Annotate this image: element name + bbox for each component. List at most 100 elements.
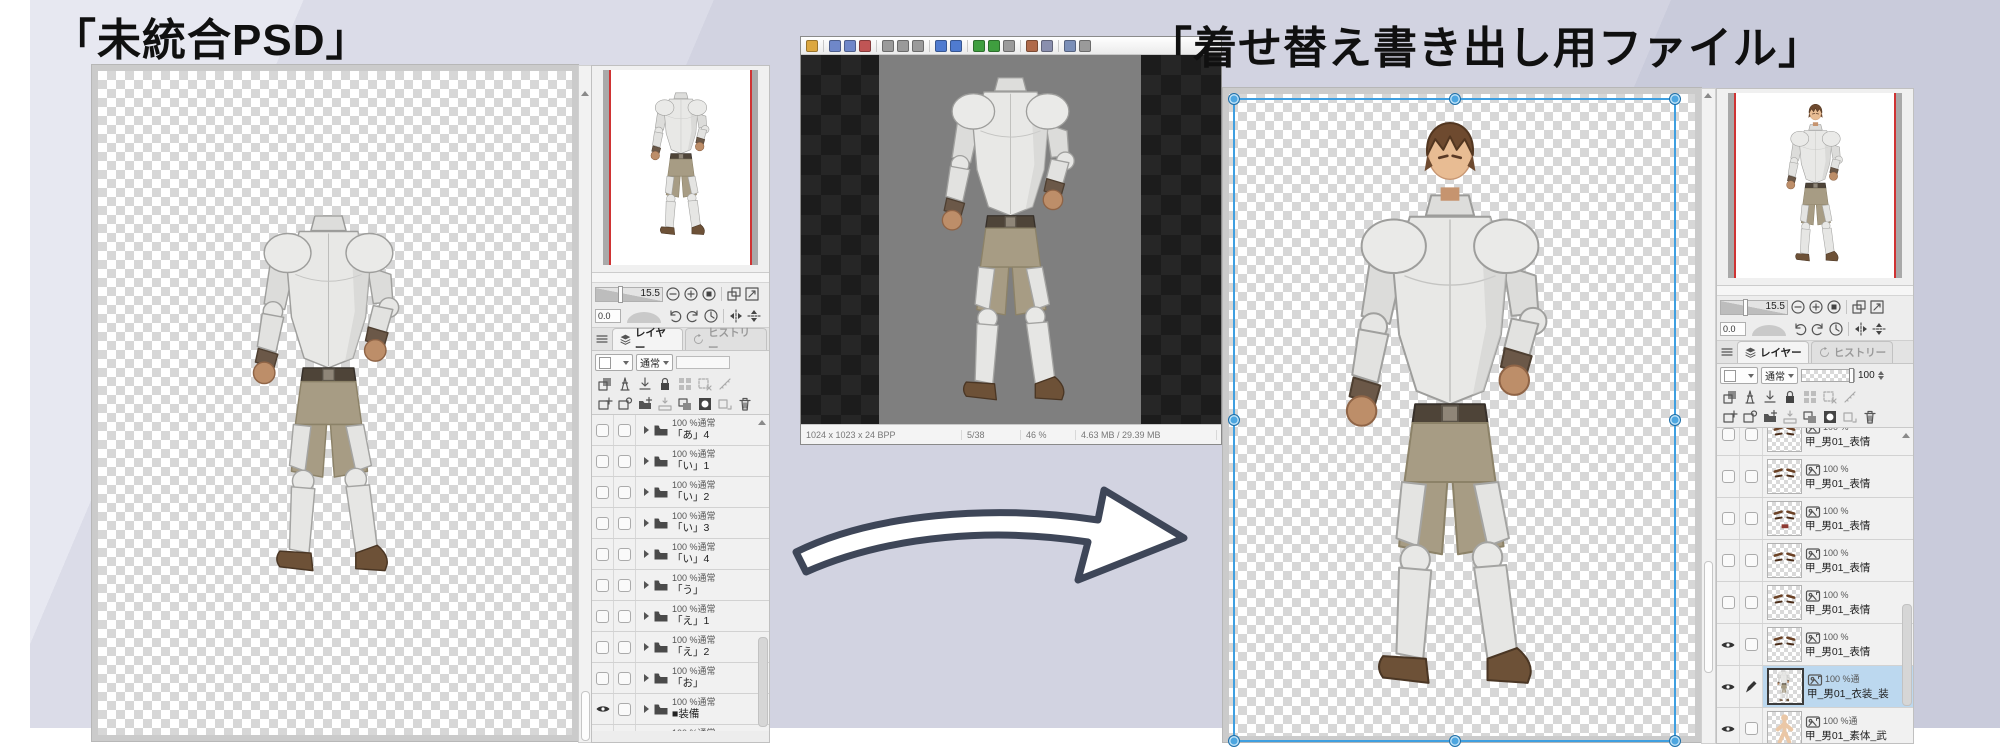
rotation-slider[interactable] xyxy=(1748,322,1790,336)
transfer-icon[interactable] xyxy=(657,396,673,412)
new-layer2-icon[interactable] xyxy=(1742,409,1758,425)
visibility-checkbox[interactable] xyxy=(1722,512,1735,525)
transfer-icon[interactable] xyxy=(1782,409,1798,425)
layer-row[interactable]: 100 %通 甲_男01_素体_武 xyxy=(1717,708,1913,744)
visibility-checkbox[interactable] xyxy=(1722,428,1735,441)
browse-thumbnails-icon[interactable] xyxy=(829,40,841,52)
sel-x-icon[interactable] xyxy=(1822,389,1838,405)
tab-history[interactable]: ヒストリー xyxy=(685,328,767,350)
flip-h-icon[interactable] xyxy=(728,308,744,324)
opacity-spinner[interactable] xyxy=(1878,371,1884,380)
trash-icon[interactable] xyxy=(1862,409,1878,425)
select-checkbox[interactable] xyxy=(618,486,631,499)
new-folder-icon[interactable] xyxy=(637,396,653,412)
scrollbar-thumb[interactable] xyxy=(581,691,590,741)
ruler-x-icon[interactable] xyxy=(717,376,733,392)
redo-icon[interactable] xyxy=(685,308,701,324)
visibility-checkbox[interactable] xyxy=(596,424,609,437)
expander-icon[interactable] xyxy=(644,550,649,558)
eye-icon[interactable] xyxy=(1720,721,1736,737)
expand-icon[interactable] xyxy=(744,286,760,302)
dots-icon[interactable] xyxy=(677,376,693,392)
flip-h-icon[interactable] xyxy=(1853,321,1869,337)
layer-row[interactable]: 100 %通常 「う」 xyxy=(592,570,769,601)
expander-icon[interactable] xyxy=(644,519,649,527)
next-image-icon[interactable] xyxy=(950,40,962,52)
layer-row[interactable]: 100 % 甲_男01_表情 xyxy=(1717,624,1913,666)
select-checkbox[interactable] xyxy=(1745,638,1758,651)
new-layer2-icon[interactable] xyxy=(617,396,633,412)
stop-circle-icon[interactable] xyxy=(1826,299,1842,315)
selection-handle-tc[interactable] xyxy=(1449,93,1461,105)
visibility-checkbox[interactable] xyxy=(596,641,609,654)
selection-rect[interactable] xyxy=(1233,98,1676,742)
scroll-up-icon[interactable] xyxy=(1704,93,1712,98)
redo-icon[interactable] xyxy=(1810,321,1826,337)
layer-row[interactable]: 100 %通常 「お」 xyxy=(592,663,769,694)
zoom-slider[interactable]: 15.5 xyxy=(1720,300,1788,315)
new-layer-icon[interactable] xyxy=(597,396,613,412)
dots-icon[interactable] xyxy=(1802,389,1818,405)
layer-row[interactable]: 100 %通常 ■装備 xyxy=(592,694,769,725)
flip-v-icon[interactable] xyxy=(1871,321,1887,337)
expander-icon[interactable] xyxy=(644,705,649,713)
layer-row[interactable]: 100 %通常 「え」2 xyxy=(592,632,769,663)
layer-row[interactable]: 100 % 甲_男01_表情 xyxy=(1717,540,1913,582)
selection-handle-bc[interactable] xyxy=(1449,735,1461,747)
list-scrollbar-thumb[interactable] xyxy=(1902,604,1912,706)
palette-combo[interactable] xyxy=(595,354,633,371)
scroll-up-icon[interactable] xyxy=(758,420,766,425)
pages-icon[interactable] xyxy=(726,286,742,302)
layer-row[interactable]: 100 %通常 「い」2 xyxy=(592,477,769,508)
reference-icon[interactable] xyxy=(1742,389,1758,405)
blend-mode-combo[interactable]: 通常 xyxy=(1761,367,1798,384)
expander-icon[interactable] xyxy=(644,612,649,620)
selection-handle-bl[interactable] xyxy=(1228,735,1240,747)
plus-circle-icon[interactable] xyxy=(1808,299,1824,315)
hamburger-icon[interactable] xyxy=(594,331,610,347)
layer-row[interactable]: 100 %通常 「え」1 xyxy=(592,601,769,632)
list-scrollbar-thumb[interactable] xyxy=(758,637,768,727)
opacity-slider[interactable] xyxy=(676,356,730,369)
rename-file-icon[interactable] xyxy=(912,40,924,52)
right-canvas-scrollbar[interactable] xyxy=(1701,88,1716,744)
clip-icon[interactable] xyxy=(597,376,613,392)
stop-circle-icon[interactable] xyxy=(701,286,717,302)
select-checkbox[interactable] xyxy=(1745,512,1758,525)
visibility-checkbox[interactable] xyxy=(596,672,609,685)
draw-pin-icon[interactable] xyxy=(1762,389,1778,405)
selection-handle-mr[interactable] xyxy=(1669,414,1681,426)
scroll-up-icon[interactable] xyxy=(581,91,589,96)
apply-mask-icon[interactable] xyxy=(1842,409,1858,425)
mask-circle-icon[interactable] xyxy=(1822,409,1838,425)
navigator-hscrollbar[interactable] xyxy=(1717,286,1913,296)
select-checkbox[interactable] xyxy=(618,517,631,530)
navigator-preview[interactable] xyxy=(1717,89,1913,286)
hamburger-icon[interactable] xyxy=(1719,344,1735,360)
eye-icon[interactable] xyxy=(1720,637,1736,653)
select-checkbox[interactable] xyxy=(618,610,631,623)
visibility-checkbox[interactable] xyxy=(1722,596,1735,609)
rotation-slider[interactable] xyxy=(623,309,665,323)
blend-mode-combo[interactable]: 通常 xyxy=(636,354,673,371)
layer-row[interactable]: 100 % 甲_男01_表情 xyxy=(1717,498,1913,540)
selection-handle-tl[interactable] xyxy=(1228,93,1240,105)
clock-icon[interactable] xyxy=(1828,321,1844,337)
layer-row[interactable]: 100 % 甲_男01_表情 xyxy=(1717,427,1913,456)
flip-v-icon[interactable] xyxy=(746,308,762,324)
clip-icon[interactable] xyxy=(1722,389,1738,405)
copy-file-icon[interactable] xyxy=(882,40,894,52)
zoom-in-icon[interactable] xyxy=(973,40,985,52)
tab-history[interactable]: ヒストリー xyxy=(1811,341,1894,363)
new-folder-icon[interactable] xyxy=(1762,409,1778,425)
tab-layer[interactable]: レイヤー xyxy=(612,328,683,350)
visibility-checkbox[interactable] xyxy=(596,486,609,499)
expander-icon[interactable] xyxy=(644,426,649,434)
selection-handle-ml[interactable] xyxy=(1228,414,1240,426)
merge-icon[interactable] xyxy=(677,396,693,412)
move-file-icon[interactable] xyxy=(897,40,909,52)
select-checkbox[interactable] xyxy=(618,455,631,468)
visibility-checkbox[interactable] xyxy=(1722,470,1735,483)
opacity-slider[interactable] xyxy=(1801,369,1855,382)
plus-circle-icon[interactable] xyxy=(683,286,699,302)
